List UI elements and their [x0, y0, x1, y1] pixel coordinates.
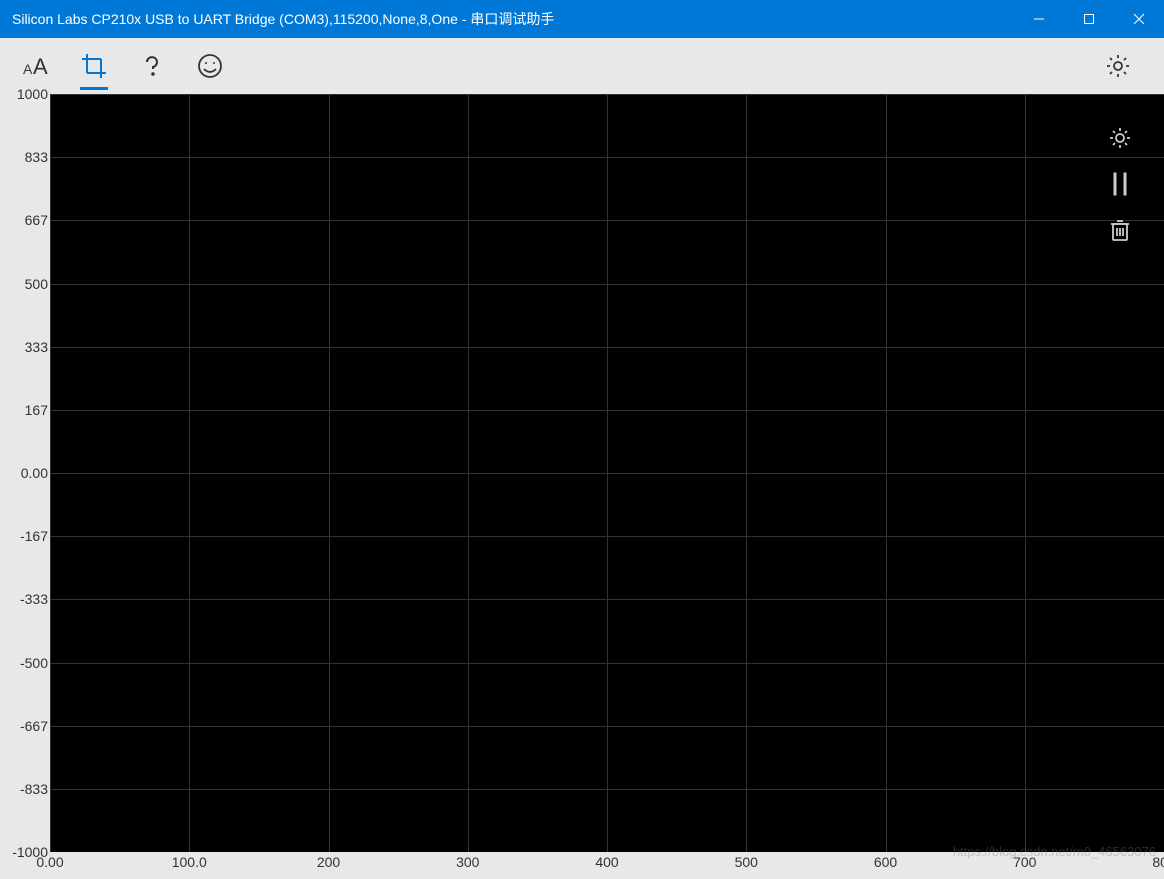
- grid-line: [607, 94, 608, 852]
- smile-button[interactable]: [186, 42, 234, 90]
- font-size-button[interactable]: A A: [12, 42, 60, 90]
- help-button[interactable]: [128, 42, 176, 90]
- crop-button[interactable]: [70, 42, 118, 90]
- svg-text:A: A: [33, 54, 48, 79]
- y-tick-label: -500: [20, 655, 48, 671]
- y-tick-label: 1000: [17, 86, 48, 102]
- y-tick-label: 333: [25, 339, 48, 355]
- grid-line: [189, 94, 190, 852]
- x-tick-label: 500: [735, 854, 758, 870]
- grid-line: [886, 94, 887, 852]
- grid-line: [468, 94, 469, 852]
- x-tick-label: 100.0: [172, 854, 207, 870]
- close-button[interactable]: [1114, 0, 1164, 38]
- y-tick-label: -833: [20, 781, 48, 797]
- x-tick-label: 0.00: [36, 854, 63, 870]
- y-tick-label: 0.00: [21, 465, 48, 481]
- grid-line: [746, 94, 747, 852]
- y-tick-label: 500: [25, 276, 48, 292]
- pause-button[interactable]: [1106, 170, 1134, 198]
- x-tick-label: 800: [1152, 854, 1164, 870]
- titlebar: Silicon Labs CP210x USB to UART Bridge (…: [0, 0, 1164, 38]
- x-axis: 0.00100.0200300400500600700800: [50, 852, 1164, 879]
- chart-area: 10008336675003331670.00-167-333-500-667-…: [0, 94, 1164, 879]
- y-tick-label: -667: [20, 718, 48, 734]
- maximize-button[interactable]: [1064, 0, 1114, 38]
- y-tick-label: 667: [25, 212, 48, 228]
- y-axis: 10008336675003331670.00-167-333-500-667-…: [0, 94, 50, 852]
- y-tick-label: -167: [20, 528, 48, 544]
- minimize-button[interactable]: [1014, 0, 1064, 38]
- plot-canvas[interactable]: [50, 94, 1164, 852]
- grid-line: [329, 94, 330, 852]
- svg-text:A: A: [23, 61, 33, 77]
- grid-line: [1025, 94, 1026, 852]
- toolbar: A A: [0, 38, 1164, 94]
- x-tick-label: 700: [1013, 854, 1036, 870]
- x-tick-label: 400: [595, 854, 618, 870]
- chart-settings-button[interactable]: [1106, 124, 1134, 152]
- trash-button[interactable]: [1106, 216, 1134, 244]
- x-tick-label: 300: [456, 854, 479, 870]
- grid-line: [50, 94, 51, 852]
- y-tick-label: 833: [25, 149, 48, 165]
- settings-button[interactable]: [1094, 42, 1142, 90]
- window-controls: [1014, 0, 1164, 38]
- y-tick-label: 167: [25, 402, 48, 418]
- x-tick-label: 200: [317, 854, 340, 870]
- chart-overlay-tools: [1106, 124, 1134, 244]
- y-tick-label: -333: [20, 591, 48, 607]
- window-title: Silicon Labs CP210x USB to UART Bridge (…: [12, 9, 1014, 29]
- x-tick-label: 600: [874, 854, 897, 870]
